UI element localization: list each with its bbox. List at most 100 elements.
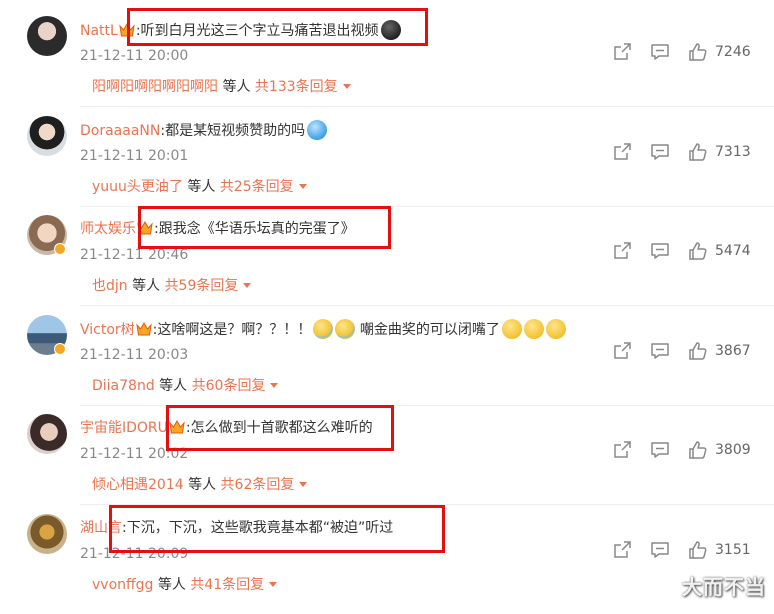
like-icon[interactable] [688,341,708,361]
comment-actions: 3809 [612,440,772,464]
reply-summary[interactable]: 倾心相遇2014 等人 共62条回复 [92,475,308,495]
reply-count[interactable]: 共59条回复 [165,278,239,294]
avatar[interactable] [27,16,67,56]
divider [80,206,774,207]
comment-actions: 3867 [612,341,772,365]
caret-down-icon[interactable] [243,283,252,288]
timestamp: 21-12-11 20:00 [80,48,189,64]
like-icon[interactable] [688,241,708,261]
share-icon[interactable] [612,142,632,162]
comment-content: 宇宙能IDORU :怎么做到十首歌都这么难听的 [80,418,373,438]
reply-count[interactable]: 共62条回复 [221,477,295,493]
emoji-icon [380,20,401,40]
reply-connector: 等人 [182,179,220,195]
reply-count[interactable]: 共133条回复 [255,79,338,95]
caret-down-icon[interactable] [269,582,278,587]
timestamp: 21-12-11 20:02 [80,446,189,462]
comment-icon[interactable] [650,142,670,162]
reply-summary[interactable]: vvonffgg 等人 共41条回复 [92,575,278,595]
avatar[interactable] [27,414,67,454]
comment-content: 师太娱乐 :跟我念《华语乐坛真的完蛋了》 [80,219,355,239]
username[interactable]: 师太娱乐 [80,221,136,237]
timestamp: 21-12-11 20:46 [80,247,189,263]
reply-connector: 等人 [183,477,221,493]
timestamp: 21-12-11 20:09 [80,546,189,562]
share-icon[interactable] [612,440,632,460]
share-icon[interactable] [612,42,632,62]
comment-icon[interactable] [650,42,670,62]
reply-count[interactable]: 共41条回复 [190,577,264,593]
like-icon[interactable] [688,440,708,460]
comment-text-continued: 嘲金曲奖的可以闭嘴了 [359,322,500,338]
comment-text: :跟我念《华语乐坛真的完蛋了》 [154,221,355,237]
comment-item: 师太娱乐:跟我念《华语乐坛真的完蛋了》 21-12-11 20:46 5474 … [0,215,774,315]
username[interactable]: DoraaaaNN [80,123,160,139]
divider [80,504,774,505]
comment-icon[interactable] [650,440,670,460]
emoji-icon [523,319,544,339]
caret-down-icon[interactable] [270,383,279,388]
reply-summary[interactable]: yuuu头更油了 等人 共25条回复 [92,177,307,197]
comment-item: DoraaaaNN:都是某短视频赞助的吗 21-12-11 20:01 7313… [0,116,774,216]
like-count: 5474 [715,243,751,259]
comment-text: :这啥啊这是？啊？？！！ [152,322,312,338]
reply-username[interactable]: vvonffgg [92,577,153,593]
reply-username[interactable]: Diia78nd [92,378,155,394]
reply-username[interactable]: 也djn [92,278,128,294]
reply-count[interactable]: 共25条回复 [220,179,294,195]
reply-count[interactable]: 共60条回复 [192,378,266,394]
username[interactable]: Victor树 [80,322,135,338]
like-icon[interactable] [688,142,708,162]
reply-summary[interactable]: Diia78nd 等人 共60条回复 [92,376,279,396]
reply-connector: 等人 [218,79,255,95]
comment-item: NattL :听到白月光这三个字立马痛苦退出视频 21-12-11 20:00 7… [0,16,774,116]
like-icon[interactable] [688,540,708,560]
like-icon[interactable] [688,42,708,62]
comment-content: DoraaaaNN:都是某短视频赞助的吗 [80,120,328,141]
emoji-icon [313,319,334,339]
comment-actions: 5474 [612,241,772,265]
crown-badge-icon [169,420,185,434]
comment-item: 湖山言:下沉，下沉，这些歌我竟基本都“被迫”听过 21-12-11 20:09 … [0,514,774,614]
avatar[interactable] [27,514,67,554]
like-count: 3867 [715,343,751,359]
emoji-icon [501,319,522,339]
comment-actions: 7246 [612,42,772,66]
comment-text: :怎么做到十首歌都这么难听的 [185,420,373,436]
comment-icon[interactable] [650,540,670,560]
emoji-icon [335,319,356,339]
username[interactable]: NattL [80,23,118,39]
comment-content: NattL :听到白月光这三个字立马痛苦退出视频 [80,20,401,41]
comment-content: 湖山言:下沉，下沉，这些歌我竟基本都“被迫”听过 [80,518,393,538]
reply-username[interactable]: 倾心相遇2014 [92,477,184,493]
reply-connector: 等人 [153,577,191,593]
timestamp: 21-12-11 20:03 [80,347,189,363]
reply-summary[interactable]: 阳啊阳啊阳啊阳啊阳 等人 共133条回复 [92,77,351,97]
share-icon[interactable] [612,341,632,361]
reply-username[interactable]: yuuu头更油了 [92,179,183,195]
comment-icon[interactable] [650,241,670,261]
username[interactable]: 湖山言 [80,520,122,536]
watermark: 大而不当 [682,575,766,599]
like-count: 3809 [715,442,751,458]
caret-down-icon[interactable] [342,84,351,89]
share-icon[interactable] [612,241,632,261]
comment-text: :下沉，下沉，这些歌我竟基本都“被迫”听过 [122,520,394,536]
comment-icon[interactable] [650,341,670,361]
comment-text: :听到白月光这三个字立马痛苦退出视频 [135,23,379,39]
reply-connector: 等人 [154,378,192,394]
reply-summary[interactable]: 也djn 等人 共59条回复 [92,276,252,296]
caret-down-icon[interactable] [299,482,308,487]
emoji-icon [545,319,566,339]
username[interactable]: 宇宙能IDORU [80,420,168,436]
comment-actions: 3151 [612,540,772,564]
divider [80,106,774,107]
avatar[interactable] [27,116,67,156]
comment-content: Victor树 :这啥啊这是？啊？？！！ 嘲金曲奖的可以闭嘴了 [80,319,566,340]
reply-username[interactable]: 阳啊阳啊阳啊阳啊阳 [92,79,218,95]
caret-down-icon[interactable] [298,184,307,189]
emoji-icon [307,120,328,140]
share-icon[interactable] [612,540,632,560]
comment-text: :都是某短视频赞助的吗 [160,123,306,139]
divider [80,405,774,406]
